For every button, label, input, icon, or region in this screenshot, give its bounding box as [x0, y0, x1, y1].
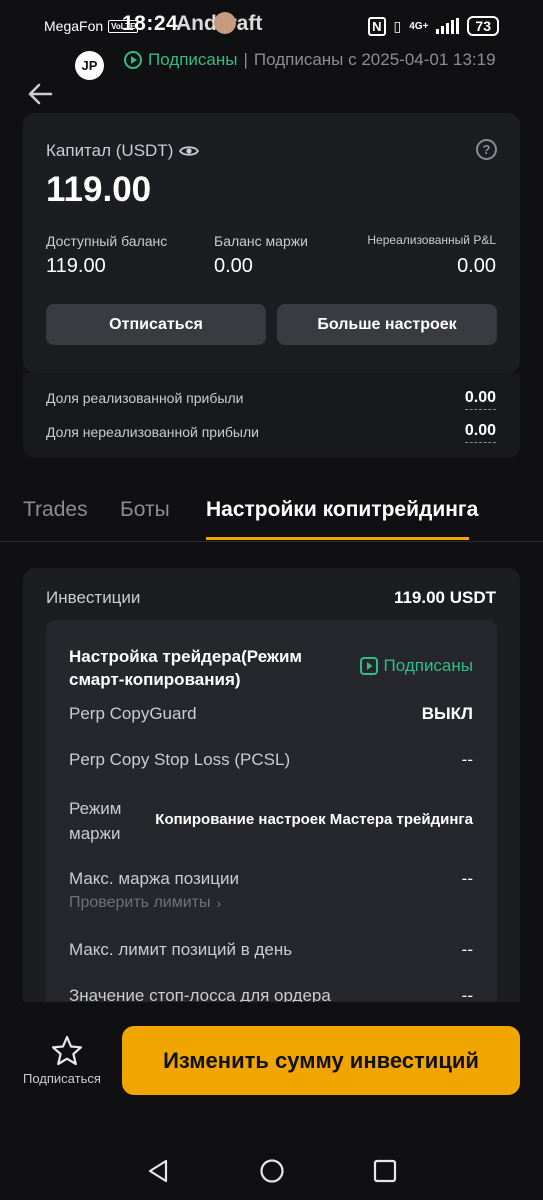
help-icon[interactable]: ? — [476, 139, 497, 160]
capital-value: 119.00 — [46, 170, 152, 209]
trader-setting-title: Настройка трейдера(Режим смарт-копирован… — [69, 647, 303, 689]
network-type: 4G+ — [409, 20, 429, 32]
capital-label-text: Капитал (USDT) — [46, 141, 174, 160]
change-investment-button[interactable]: Изменить сумму инвестиций — [122, 1026, 520, 1095]
divider: | — [243, 50, 248, 69]
play-square-icon — [359, 657, 378, 675]
available-balance-label: Доступный баланс — [46, 233, 168, 249]
capital-label: Капитал (USDT) — [46, 141, 200, 161]
tab-bots[interactable]: Боты — [120, 498, 170, 522]
active-tab-indicator — [206, 537, 469, 540]
star-icon[interactable] — [50, 1034, 84, 1068]
tab-copy-settings[interactable]: Настройки копитрейдинга — [206, 498, 478, 522]
unrealized-pnl-label: Нереализованный P&L — [367, 233, 496, 247]
margin-balance-label: Баланс маржи — [214, 233, 308, 249]
nfc-icon: N — [368, 16, 386, 36]
subscribed-since: Подписаны с 2025-04-01 13:19 — [253, 50, 496, 69]
nav-home-icon[interactable] — [259, 1158, 285, 1184]
unsubscribe-button[interactable]: Отписаться — [46, 304, 266, 345]
nav-back-icon[interactable] — [146, 1158, 170, 1184]
realized-share-label: Доля реализованной прибыли — [46, 390, 244, 406]
unrealized-pnl-value: 0.00 — [457, 255, 496, 277]
unrealized-share-label: Доля нереализованной прибыли — [46, 424, 259, 440]
back-arrow-icon[interactable] — [26, 80, 54, 108]
status-icons: N ▯ 4G+ 73 — [368, 16, 499, 36]
setting-row-label: Perp Copy Stop Loss (PCSL) — [69, 750, 291, 769]
check-limits-text: Проверить лимиты — [69, 894, 211, 911]
setting-row-value: ВЫКЛ — [421, 704, 473, 723]
setting-row-value: -- — [461, 750, 473, 769]
realized-share-value[interactable]: 0.00 — [464, 389, 496, 410]
eye-icon[interactable] — [179, 144, 200, 158]
profit-share-panel — [23, 373, 520, 458]
setting-row-label: Макс. лимит позиций в день — [69, 940, 293, 959]
signal-icon — [436, 18, 460, 34]
battery-indicator: 73 — [467, 16, 499, 36]
setting-row-value: -- — [461, 940, 473, 959]
carrier-name: MegaFon — [44, 18, 104, 34]
trader-setting-status: Подписаны — [359, 656, 473, 676]
check-limits-link[interactable]: Проверить лимиты › — [69, 894, 221, 912]
more-settings-button[interactable]: Больше настроек — [277, 304, 497, 345]
setting-row-label: Макс. маржа позиции — [69, 869, 240, 888]
play-circle-icon — [124, 51, 142, 69]
setting-row-label: Perp CopyGuard — [69, 704, 197, 723]
investments-value: 119.00 USDT — [393, 588, 496, 607]
trader-setting-status-text: Подписаны — [383, 656, 473, 675]
available-balance-value: 119.00 — [46, 255, 106, 277]
app-logo-icon — [214, 12, 236, 34]
status-time: 18:24 — [122, 12, 179, 35]
subscription-status: Подписаны | Подписаны с 2025-04-01 13:19 — [124, 50, 496, 70]
investments-label: Инвестиции — [46, 588, 141, 607]
vibrate-icon: ▯ — [393, 17, 402, 34]
tab-divider — [0, 541, 543, 542]
setting-row-value: -- — [461, 869, 473, 888]
subscribed-label: Подписаны — [148, 50, 238, 69]
setting-row-value: Копирование настроек Мастера трейдинга — [155, 811, 473, 828]
avatar[interactable]: JP — [75, 51, 104, 80]
tab-trades[interactable]: Trades — [23, 498, 88, 522]
setting-row-label: Режим маржи — [69, 799, 122, 843]
nav-recents-icon[interactable] — [373, 1159, 397, 1183]
subscribe-label[interactable]: Подписаться — [23, 1071, 101, 1086]
margin-balance-value: 0.00 — [214, 255, 253, 277]
chevron-right-icon: › — [216, 895, 222, 911]
unrealized-share-value[interactable]: 0.00 — [464, 422, 496, 443]
